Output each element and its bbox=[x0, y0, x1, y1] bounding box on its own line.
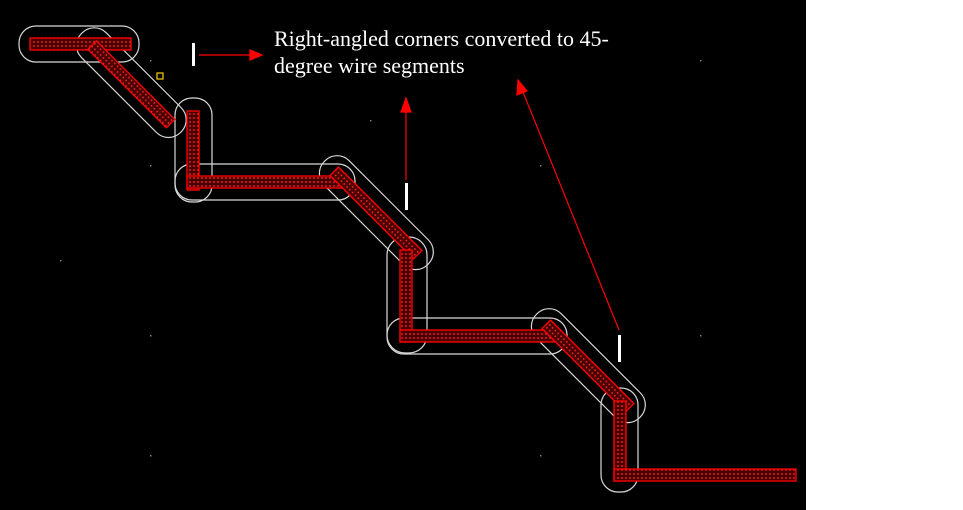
annotation-line-2: degree wire segments bbox=[274, 53, 465, 78]
annotation-text: Right-angled corners converted to 45- de… bbox=[274, 25, 674, 79]
layout-canvas: Right-angled corners converted to 45- de… bbox=[0, 0, 806, 510]
wire-segments bbox=[29, 37, 797, 482]
segment-outlines bbox=[18, 25, 646, 493]
wire-segment bbox=[29, 37, 132, 51]
arrow-icon bbox=[400, 96, 412, 113]
vertical-marker-icon bbox=[192, 43, 195, 66]
vertical-marker-icon bbox=[405, 183, 408, 210]
wire-segment bbox=[613, 468, 797, 482]
wire-segment bbox=[329, 166, 423, 260]
vertical-marker-icon bbox=[618, 335, 621, 362]
wire-segment bbox=[399, 249, 413, 343]
wire-segment bbox=[541, 319, 635, 413]
wire-segment bbox=[86, 39, 176, 129]
arrow-icon bbox=[249, 49, 264, 61]
grid-dots bbox=[60, 60, 702, 457]
annotation-line-1: Right-angled corners converted to 45- bbox=[274, 26, 609, 51]
wire-segment bbox=[399, 329, 559, 343]
arrow-icon bbox=[516, 78, 528, 96]
wire-segment bbox=[186, 175, 348, 189]
cursor-square-icon bbox=[156, 72, 164, 80]
